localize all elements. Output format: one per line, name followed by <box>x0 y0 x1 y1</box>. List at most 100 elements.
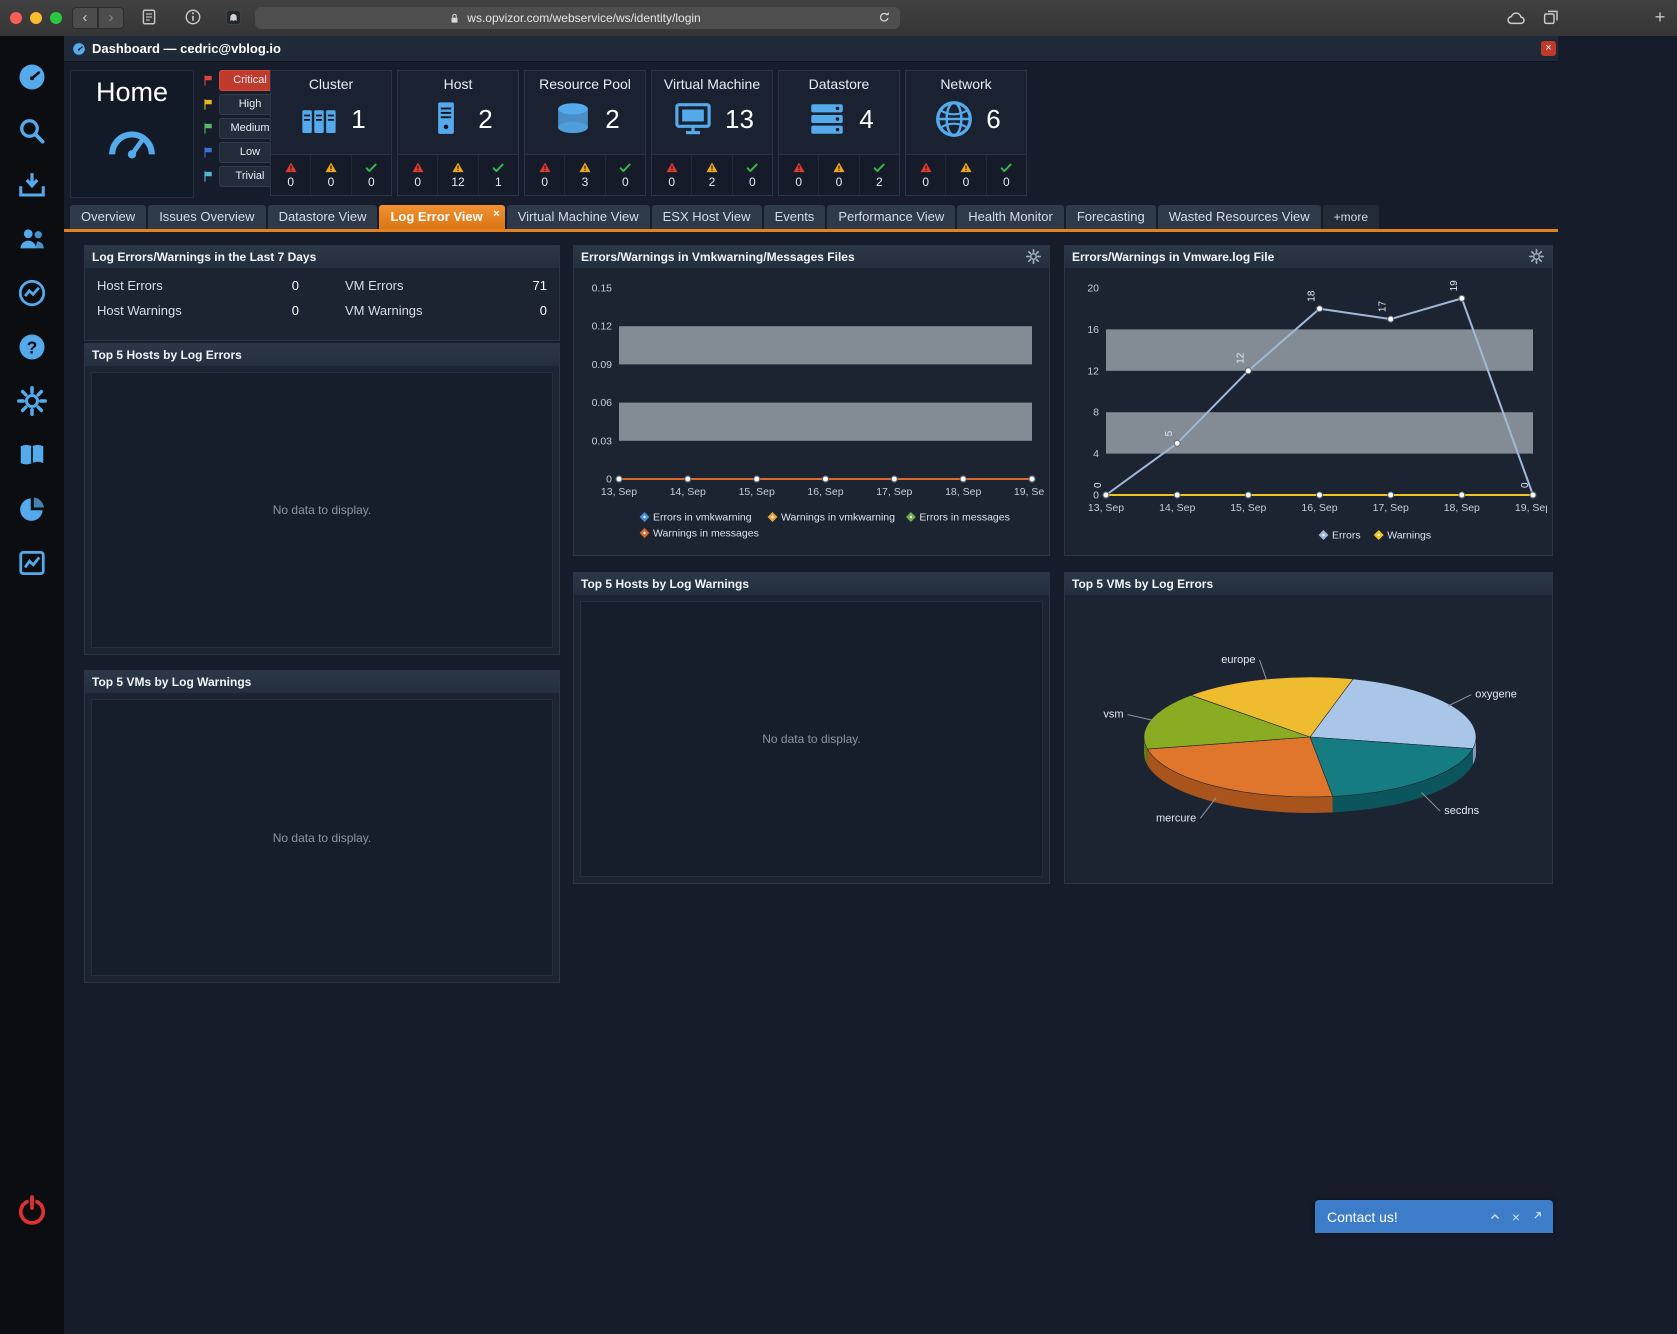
warning-icon <box>324 161 338 174</box>
contact-collapse-icon[interactable] <box>1488 1210 1502 1224</box>
svg-text:mercure: mercure <box>1156 812 1196 824</box>
summary-value: 0 <box>292 303 299 318</box>
tab-forecasting[interactable]: Forecasting <box>1066 205 1156 229</box>
home-widget[interactable]: Home <box>70 70 194 198</box>
ok-icon <box>999 161 1013 174</box>
tab-virtual-machine-view[interactable]: Virtual Machine View <box>507 205 650 229</box>
empty-chart-area: No data to display. <box>580 601 1043 877</box>
svg-text:0: 0 <box>1093 490 1099 502</box>
panel-settings-icon[interactable] <box>1529 249 1545 265</box>
warning-count: 0 <box>836 175 843 189</box>
entity-card-cluster[interactable]: Cluster1000 <box>270 70 392 196</box>
no-data-text: No data to display. <box>273 831 372 845</box>
window-close-button[interactable] <box>10 12 22 24</box>
svg-text:5: 5 <box>1164 430 1175 436</box>
vm-icon <box>670 98 716 140</box>
svg-text:0: 0 <box>606 474 612 486</box>
window-zoom-button[interactable] <box>50 12 62 24</box>
pie-chart-icon[interactable] <box>0 482 64 536</box>
svg-text:18, Sep: 18, Sep <box>945 486 981 498</box>
reload-icon[interactable] <box>877 10 893 26</box>
entity-card-resource-pool[interactable]: Resource Pool2030 <box>524 70 646 196</box>
warning-icon <box>832 161 846 174</box>
ok-icon <box>364 161 378 174</box>
power-button[interactable] <box>0 1194 64 1226</box>
svg-text:13, Sep: 13, Sep <box>1088 502 1124 514</box>
svg-text:secdns: secdns <box>1444 805 1479 817</box>
tab-overview[interactable]: Overview <box>70 205 146 229</box>
panel-title: Top 5 VMs by Log Warnings <box>92 675 251 689</box>
alert-count: 0 <box>922 175 929 189</box>
panel-top5-hosts-warnings: Top 5 Hosts by Log Warnings No data to d… <box>573 572 1050 884</box>
tab-health-monitor[interactable]: Health Monitor <box>957 205 1064 229</box>
svg-text:18, Sep: 18, Sep <box>1444 502 1480 514</box>
help-icon[interactable]: ? <box>0 320 64 374</box>
search-icon[interactable] <box>0 104 64 158</box>
svg-text:Errors in messages: Errors in messages <box>919 512 1009 524</box>
tab-performance-view[interactable]: Performance View <box>827 205 955 229</box>
extension-icon[interactable] <box>224 8 246 28</box>
tab-issues-overview[interactable]: Issues Overview <box>148 205 265 229</box>
svg-text:16, Sep: 16, Sep <box>1301 502 1337 514</box>
entity-card-datastore[interactable]: Datastore4002 <box>778 70 900 196</box>
panel-settings-icon[interactable] <box>1026 249 1042 265</box>
svg-text:europe: europe <box>1221 654 1255 666</box>
users-icon[interactable] <box>0 212 64 266</box>
contact-widget[interactable]: Contact us! × <box>1315 1200 1553 1233</box>
ok-count: 0 <box>749 175 756 189</box>
reports-icon[interactable] <box>0 536 64 590</box>
svg-text:18: 18 <box>1307 290 1318 302</box>
forward-button[interactable]: › <box>98 7 124 29</box>
summary-label: VM Warnings <box>345 303 423 318</box>
home-label: Home <box>96 77 168 108</box>
warning-icon <box>959 161 973 174</box>
icloud-icon[interactable] <box>1505 8 1527 28</box>
network-icon <box>931 98 977 140</box>
svg-text:20: 20 <box>1087 283 1099 295</box>
svg-text:4: 4 <box>1093 448 1099 460</box>
new-tab-button[interactable]: + <box>1649 6 1671 28</box>
alert-icon <box>792 161 806 174</box>
entity-card-virtual-machine[interactable]: Virtual Machine13020 <box>651 70 773 196</box>
contact-close-icon[interactable]: × <box>1512 1209 1520 1225</box>
tab-overview-icon[interactable] <box>1542 8 1564 28</box>
tab-wasted-resources-view[interactable]: Wasted Resources View <box>1158 205 1321 229</box>
svg-text:0.06: 0.06 <box>592 397 613 409</box>
performance-icon[interactable] <box>0 266 64 320</box>
app-sidebar: ? <box>0 36 64 1334</box>
alert-count: 0 <box>287 175 294 189</box>
tab-esx-host-view[interactable]: ESX Host View <box>652 205 762 229</box>
alert-icon <box>665 161 679 174</box>
settings-icon[interactable] <box>0 374 64 428</box>
flag-icon <box>202 170 215 183</box>
tab-more[interactable]: +more <box>1323 205 1379 229</box>
svg-text:15, Sep: 15, Sep <box>739 486 775 498</box>
card-count: 2 <box>605 104 619 135</box>
resource-pool-icon <box>550 98 596 140</box>
no-data-text: No data to display. <box>762 732 861 746</box>
tab-datastore-view[interactable]: Datastore View <box>268 205 378 229</box>
svg-text:?: ? <box>27 337 38 357</box>
entity-card-host[interactable]: Host20121 <box>397 70 519 196</box>
back-button[interactable]: ‹ <box>72 7 98 29</box>
card-count: 6 <box>986 104 1000 135</box>
main-content: Dashboard — cedric@vblog.io × Home Criti… <box>64 36 1677 1334</box>
window-minimize-button[interactable] <box>30 12 42 24</box>
entity-card-network[interactable]: Network6000 <box>905 70 1027 196</box>
import-icon[interactable] <box>0 158 64 212</box>
address-bar[interactable]: ws.opvizor.com/webservice/ws/identity/lo… <box>255 7 900 29</box>
tab-log-error-view[interactable]: Log Error View× <box>379 205 504 229</box>
documentation-icon[interactable] <box>0 428 64 482</box>
info-icon[interactable] <box>184 8 206 28</box>
tab-events[interactable]: Events <box>764 205 826 229</box>
warning-count: 0 <box>328 175 335 189</box>
page-icon[interactable] <box>140 8 162 28</box>
svg-text:19, Sep: 19, Sep <box>1014 486 1044 498</box>
svg-text:Warnings in messages: Warnings in messages <box>653 528 759 540</box>
close-dashboard-button[interactable]: × <box>1541 41 1556 56</box>
contact-expand-icon[interactable] <box>1530 1210 1543 1223</box>
url-text: ws.opvizor.com/webservice/ws/identity/lo… <box>467 11 700 25</box>
tab-close-icon[interactable]: × <box>493 202 499 226</box>
dashboard-gauge-icon[interactable] <box>0 50 64 104</box>
empty-chart-area: No data to display. <box>91 372 553 648</box>
